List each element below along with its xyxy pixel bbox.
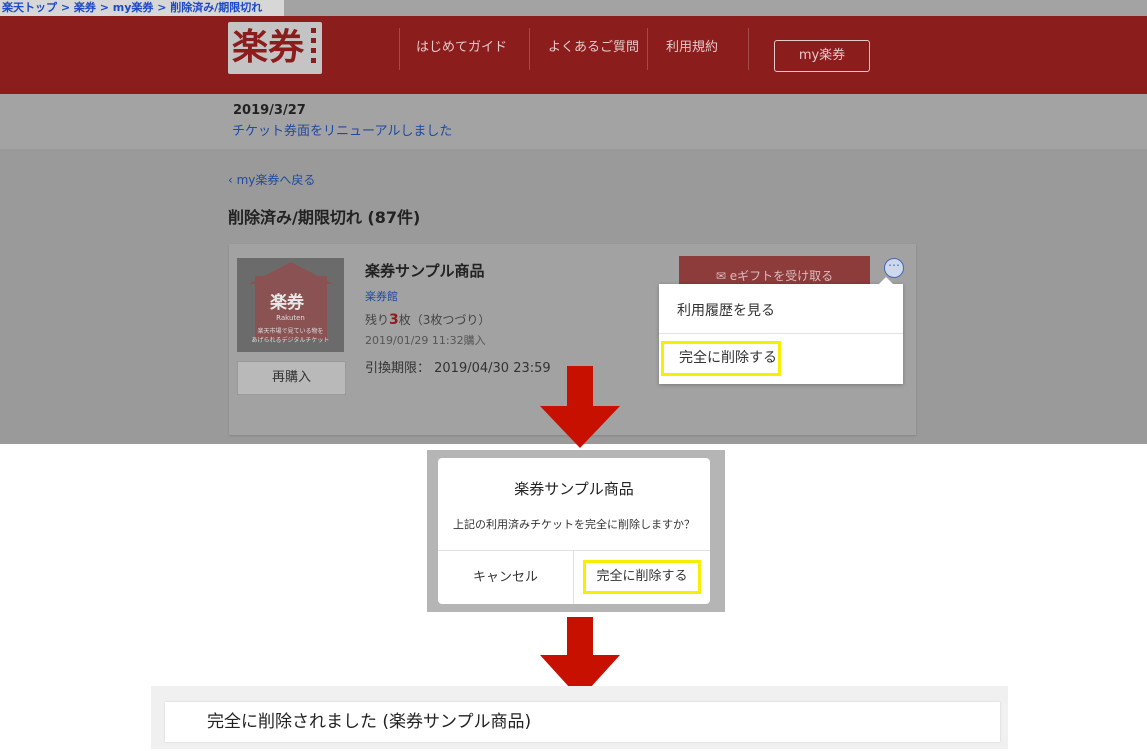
logo-dots-icon [310, 28, 318, 68]
menu-divider [659, 333, 903, 334]
nav-divider [399, 28, 400, 70]
ticket-menu: 利用履歴を見る 完全に削除する [659, 277, 903, 384]
back-to-my-link[interactable]: ‹ my楽券へ戻る [228, 171, 315, 188]
toast-message: 完全に削除されました (楽券サンプル商品) [207, 712, 532, 732]
my-rakuken-button[interactable]: my楽券 [774, 40, 870, 72]
menu-view-history[interactable]: 利用履歴を見る [677, 300, 775, 320]
notice-date: 2019/3/27 [233, 103, 306, 118]
menu-delete-permanently[interactable]: 完全に削除する [661, 341, 781, 376]
remaining-prefix: 残り [365, 313, 390, 327]
nav-divider [647, 28, 648, 70]
logo-text: 楽券 [231, 27, 304, 68]
delete-confirm-dialog: 楽券サンプル商品 上記の利用済みチケットを完全に削除しますか？ キャンセル 完全… [438, 458, 710, 604]
remaining-number: 3 [389, 312, 399, 328]
dialog-message: 上記の利用済みチケットを完全に削除しますか？ [453, 518, 695, 531]
notice-bar [0, 94, 1147, 149]
arrow-down-icon [540, 366, 620, 450]
nav-divider [529, 28, 530, 70]
nav-divider [748, 28, 749, 70]
remaining-count: 残り3枚（3枚つづり） [365, 311, 490, 328]
nav-faq[interactable]: よくあるご質問 [548, 34, 639, 62]
breadcrumb[interactable]: 楽天トップ > 楽券 > my楽券 > 削除済み/期限切れ [0, 0, 284, 16]
ticket-thumbnail[interactable]: 楽券 Rakuten 楽天市場で見ている物を あげられるデジタルチケット [237, 258, 344, 352]
repurchase-button[interactable]: 再購入 [237, 361, 346, 395]
rakuken-logo[interactable]: 楽券 [228, 22, 322, 74]
expiry-date: 引換期限： 2019/04/30 23:59 [365, 361, 551, 376]
dialog-divider [573, 550, 574, 604]
cancel-button[interactable]: キャンセル [438, 551, 573, 604]
purchase-date: 2019/01/29 11:32購入 [365, 334, 486, 347]
thumbnail-caption: 楽天市場で見ている物を [257, 328, 324, 335]
thumbnail-logo: 楽券 [270, 293, 304, 313]
dialog-title: 楽券サンプル商品 [514, 480, 634, 498]
thumbnail-caption: あげられるデジタルチケット [251, 337, 330, 344]
page-title: 削除済み/期限切れ (87件) [228, 208, 421, 227]
notice-link[interactable]: チケット券面をリニューアルしました [232, 120, 452, 139]
confirm-delete-button[interactable]: 完全に削除する [583, 560, 701, 594]
nav-guide[interactable]: はじめてガイド [416, 34, 507, 62]
remaining-suffix: 枚（3枚つづり） [398, 313, 491, 327]
product-name: 楽券サンプル商品 [365, 262, 485, 280]
thumbnail-brand: Rakuten [276, 314, 305, 322]
nav-terms[interactable]: 利用規約 [666, 34, 718, 62]
more-dots-icon[interactable]: ⋯ [884, 258, 904, 278]
deleted-toast: 完全に削除されました (楽券サンプル商品) [165, 702, 1000, 742]
shop-link[interactable]: 楽券館 [365, 288, 398, 304]
